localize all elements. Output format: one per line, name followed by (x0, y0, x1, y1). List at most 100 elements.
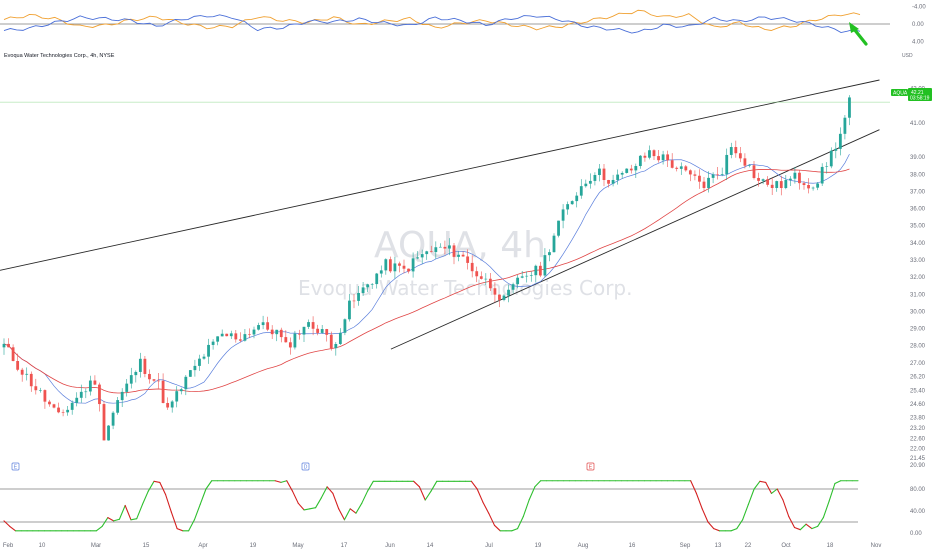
candle-body (757, 177, 760, 181)
candle (407, 268, 410, 274)
candle-body (793, 172, 797, 179)
candle (552, 233, 556, 253)
candle-body (625, 168, 629, 173)
candle (161, 373, 165, 404)
watermark-symbol: AQUA, 4h (374, 225, 546, 266)
y-axis-label: 35.00 (910, 224, 926, 230)
candle (520, 270, 524, 279)
candle-body (452, 245, 456, 257)
candle (143, 356, 147, 378)
candle-body (807, 185, 810, 189)
candle (593, 172, 597, 186)
oscillator-panel[interactable]: -4.00 0.00 4.00 (0, 4, 926, 46)
candle-body (825, 166, 829, 167)
candle-body (266, 322, 270, 330)
stochastic-segment (280, 480, 288, 483)
candle (698, 169, 701, 189)
x-axis-label: 13 (715, 543, 722, 549)
candle (302, 326, 306, 342)
stochastic-segment (811, 525, 819, 530)
stochastic-segment (713, 528, 721, 532)
event-marker-2[interactable]: D (301, 462, 310, 471)
stochastic-segment (124, 504, 132, 521)
candle-body (720, 174, 724, 175)
candle-body (816, 183, 820, 188)
candle-body (98, 384, 101, 405)
stochastic-segment (199, 488, 207, 505)
y-axis-label: 32.00 (910, 275, 926, 281)
candle (848, 95, 851, 126)
candle (684, 165, 688, 172)
price-panel[interactable]: Feb 10 Mar 15 Apr 19 May 17 Jun 14 Jul 19 Aug 16 Sep 13… (0, 79, 926, 549)
stochastic-segment (113, 518, 120, 522)
candle (770, 177, 774, 196)
candle-body (488, 278, 492, 289)
candle (88, 375, 92, 396)
candle-body (188, 370, 192, 377)
candle-body (707, 177, 710, 188)
candle (557, 220, 560, 238)
candle-body (616, 174, 620, 180)
stochastic-segment (136, 503, 144, 520)
candle-body (638, 155, 642, 167)
event-marker-3[interactable]: E (586, 462, 595, 471)
candle-body (357, 293, 360, 301)
stochastic-segment (286, 480, 294, 492)
x-axis-label: 14 (427, 543, 434, 549)
candle-body (511, 284, 515, 290)
x-axis-label: 19 (535, 543, 542, 549)
candle-body (257, 325, 260, 330)
y-axis-label: 27.00 (910, 361, 926, 367)
candle-body (93, 380, 97, 385)
candle (134, 370, 138, 383)
x-axis-label: 15 (143, 543, 150, 549)
candle-body (166, 402, 170, 408)
candle-body (725, 154, 729, 175)
y-axis-label: 36.00 (910, 207, 926, 213)
candle-body (798, 172, 801, 184)
stochastic-segment (799, 523, 807, 531)
event-marker-1[interactable]: E (11, 462, 20, 471)
candle-body (298, 333, 301, 335)
stochastic-segment (9, 525, 17, 532)
stochastic-segment (765, 481, 772, 494)
candle-body (179, 389, 183, 392)
candle (807, 178, 810, 194)
candle-body (88, 380, 92, 392)
stochastic-segment (338, 508, 345, 521)
candle (52, 403, 56, 409)
candle (198, 354, 201, 371)
x-axis-label: 17 (341, 543, 348, 549)
candle (675, 166, 679, 172)
oscillator-axis-label: 4.00 (912, 40, 924, 46)
candle (2, 338, 6, 355)
y-axis-label: 28.00 (910, 344, 926, 350)
stochastic-segment (707, 521, 715, 530)
y-axis-label: 23.80 (910, 416, 926, 422)
candle (693, 170, 697, 181)
stochastic-segment (782, 499, 790, 518)
currency-label: USD (902, 53, 913, 59)
candle-body (743, 158, 747, 166)
candle-body (138, 358, 142, 372)
candle (629, 164, 633, 174)
candle-body (820, 166, 824, 184)
stochastic-segment (332, 492, 340, 510)
candle-body (7, 343, 10, 348)
candle-body (779, 181, 783, 189)
candle-body (116, 400, 120, 413)
x-axis-label: 19 (250, 543, 257, 549)
candle-body (148, 373, 151, 380)
candle-body (457, 254, 460, 257)
candle-body (470, 262, 474, 272)
candle (34, 378, 38, 395)
stochastic-segment (476, 488, 484, 503)
candle-body (125, 383, 129, 392)
stochastic-segment (107, 517, 115, 522)
candle (834, 142, 838, 159)
stochastic-panel[interactable]: 20.90 80.00 40.00 0.00 (0, 463, 926, 537)
stochastic-segment (205, 480, 213, 490)
candle (102, 400, 106, 441)
candle-body (661, 154, 665, 161)
candle-body (184, 376, 188, 390)
